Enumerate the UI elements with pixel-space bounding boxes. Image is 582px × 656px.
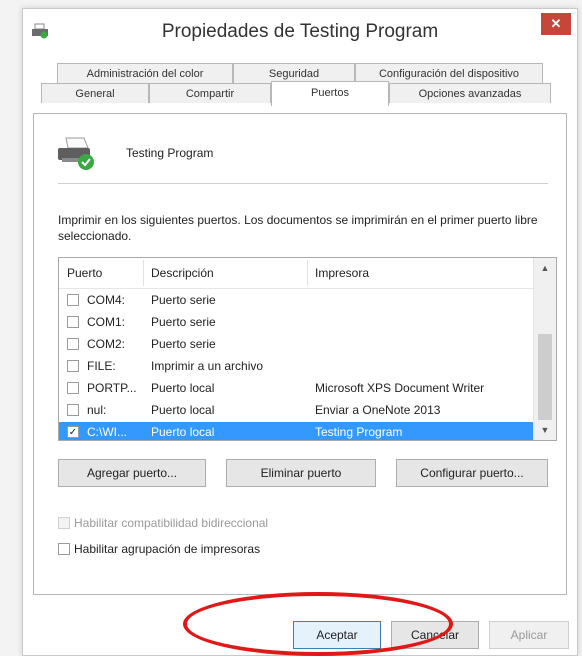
port-row[interactable]: nul: Puerto local Enviar a OneNote 2013 [59,400,533,422]
close-button[interactable]: ✕ [541,13,571,35]
column-port[interactable]: Puerto [67,266,102,280]
scroll-up-arrow-icon[interactable]: ▲ [534,258,556,278]
tab-color-management[interactable]: Administración del color [57,63,233,83]
port-name: COM1: [87,315,126,329]
port-name: COM4: [87,293,126,307]
ports-description: Imprimir en los siguientes puertos. Los … [58,213,538,243]
port-description: Puerto serie [151,315,216,329]
port-checkbox[interactable] [67,316,79,328]
pooling-label: Habilitar agrupación de impresoras [74,542,261,556]
pooling-option[interactable]: Habilitar agrupación de impresoras [58,542,260,556]
port-description: Puerto local [151,425,215,439]
port-description: Puerto local [151,403,215,417]
column-description[interactable]: Descripción [151,266,214,280]
scroll-down-arrow-icon[interactable]: ▼ [534,420,556,440]
port-description: Puerto serie [151,293,216,307]
apply-button[interactable]: Aplicar [489,621,569,649]
port-checkbox[interactable] [67,360,79,372]
tab-ports[interactable]: Puertos [271,81,389,106]
port-name: nul: [87,403,107,417]
ports-panel: Testing Program Imprimir en los siguient… [33,113,567,595]
column-printer[interactable]: Impresora [315,266,369,280]
window-title: Propiedades de Testing Program [161,21,439,42]
port-row-selected[interactable]: ✓ C:\WI... Puerto local Testing Program [59,422,533,440]
port-row[interactable]: COM4: Puerto serie [59,290,533,312]
bidirectional-option[interactable]: Habilitar compatibilidad bidireccional [58,516,268,530]
port-row[interactable]: FILE: Imprimir a un archivo [59,356,533,378]
port-row[interactable]: PORTP... Puerto local Microsoft XPS Docu… [59,378,533,400]
bidirectional-label: Habilitar compatibilidad bidireccional [74,516,269,530]
port-description: Puerto serie [151,337,216,351]
tab-general[interactable]: General [41,83,149,103]
port-row[interactable]: COM2: Puerto serie [59,334,533,356]
separator [58,183,548,184]
port-row[interactable]: COM1: Puerto serie [59,312,533,334]
properties-dialog: Propiedades de Testing Program ✕ Adminis… [22,8,578,656]
printer-icon [58,137,94,170]
tab-strip: Administración del color Seguridad Confi… [23,57,577,113]
port-printer: Testing Program [315,425,403,439]
pooling-checkbox[interactable] [58,543,70,555]
ports-list-header: Puerto Descripción Impresora [59,258,533,289]
bidirectional-checkbox[interactable] [58,517,70,529]
cancel-button[interactable]: Cancelar [391,621,479,649]
port-description: Puerto local [151,381,215,395]
tab-security[interactable]: Seguridad [233,63,355,83]
add-port-button[interactable]: Agregar puerto... [58,459,206,487]
ports-list[interactable]: Puerto Descripción Impresora COM4: Puert… [58,257,557,441]
port-checkbox[interactable] [67,382,79,394]
ports-list-scrollbar[interactable]: ▲ ▼ [533,258,556,440]
title-bar[interactable]: Propiedades de Testing Program ✕ [23,9,577,57]
column-divider[interactable] [307,260,308,286]
ok-button[interactable]: Aceptar [293,621,381,649]
port-name: PORTP... [87,381,137,395]
configure-port-button[interactable]: Configurar puerto... [396,459,548,487]
port-name: FILE: [87,359,116,373]
port-name: C:\WI... [87,425,127,439]
printer-name: Testing Program [126,146,214,160]
port-printer: Enviar a OneNote 2013 [315,403,441,417]
port-checkbox[interactable] [67,404,79,416]
delete-port-button[interactable]: Eliminar puerto [226,459,376,487]
port-name: COM2: [87,337,126,351]
tab-sharing[interactable]: Compartir [149,83,271,103]
port-checkbox[interactable] [67,338,79,350]
tab-advanced-options[interactable]: Opciones avanzadas [389,83,551,103]
port-description: Imprimir a un archivo [151,359,264,373]
port-checkbox-checked[interactable]: ✓ [67,426,79,438]
port-checkbox[interactable] [67,294,79,306]
port-printer: Microsoft XPS Document Writer [315,381,485,395]
column-divider[interactable] [143,260,144,286]
scroll-thumb[interactable] [538,334,552,420]
tab-device-settings[interactable]: Configuración del dispositivo [355,63,543,83]
